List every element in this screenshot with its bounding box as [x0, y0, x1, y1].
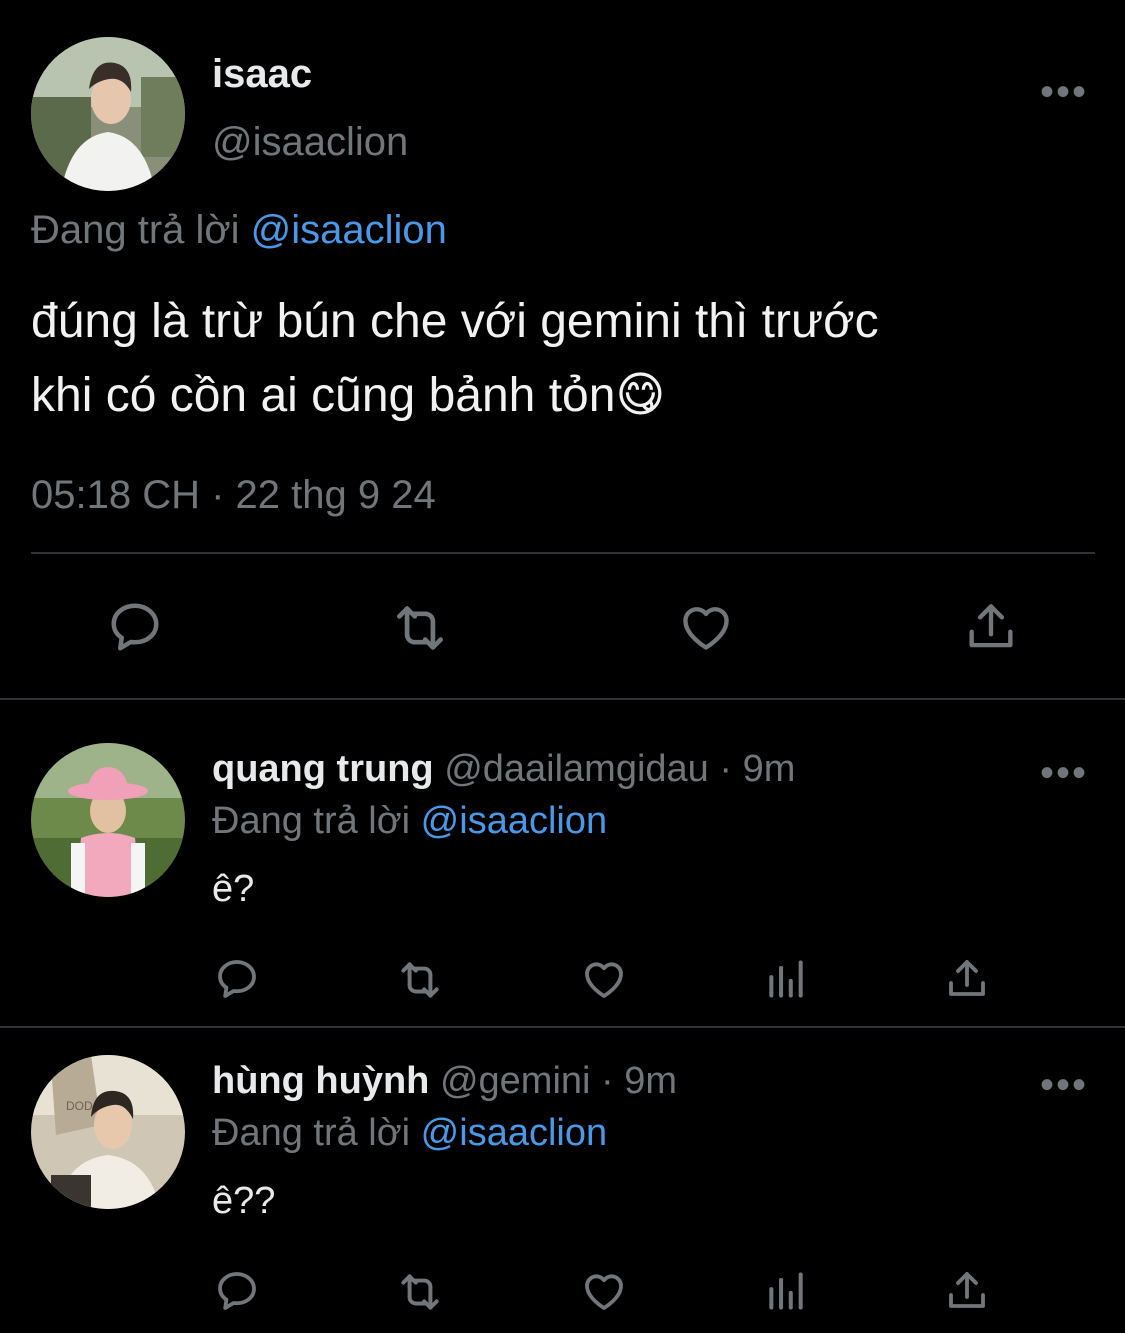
more-icon[interactable]: •••: [1040, 1065, 1088, 1105]
more-icon[interactable]: •••: [1040, 72, 1088, 112]
analytics-icon[interactable]: [764, 955, 808, 1003]
reply-to-link[interactable]: @isaaclion: [421, 1112, 607, 1154]
share-icon[interactable]: [962, 597, 1020, 657]
reply-header: hùng huỳnh @gemini · 9m: [212, 1060, 677, 1103]
reply-prefix: Đang trả lời: [212, 1112, 411, 1154]
avatar-isaac[interactable]: [31, 37, 185, 191]
tweet-text-line1: đúng là trừ bún che với gemini thì trước: [31, 295, 879, 348]
svg-text:DOD: DOD: [66, 1099, 93, 1113]
retweet-icon[interactable]: [386, 597, 454, 659]
reply-time[interactable]: · 9m: [719, 748, 795, 790]
divider: [0, 1026, 1125, 1028]
tweet-text: đúng là trừ bún che với gemini thì trước…: [31, 285, 1101, 433]
share-icon[interactable]: [943, 955, 991, 1003]
reply-to-link[interactable]: @isaaclion: [251, 208, 447, 252]
tweet-timestamp[interactable]: 05:18 CH · 22 thg 9 24: [31, 473, 436, 518]
display-name[interactable]: hùng huỳnh: [212, 1060, 429, 1102]
tweet-text-line2: khi có cồn ai cũng bảnh tỏn😋: [31, 369, 666, 422]
emoji-yum: 😋: [615, 369, 666, 422]
reply-header: quang trung @daailamgidau · 9m: [212, 748, 795, 791]
display-name[interactable]: quang trung: [212, 748, 434, 790]
heart-icon[interactable]: [675, 598, 737, 656]
heart-icon[interactable]: [579, 955, 629, 1003]
analytics-icon[interactable]: [764, 1267, 808, 1315]
avatar-hung-huynh[interactable]: DOD: [31, 1055, 185, 1209]
reply-context: Đang trả lời @isaaclion: [212, 800, 607, 843]
heart-icon[interactable]: [579, 1267, 629, 1315]
user-handle[interactable]: @isaaclion: [212, 120, 408, 165]
more-icon[interactable]: •••: [1040, 753, 1088, 793]
reply-time[interactable]: · 9m: [601, 1060, 677, 1102]
retweet-icon[interactable]: [392, 1267, 448, 1317]
reply-prefix: Đang trả lời: [31, 208, 240, 252]
retweet-icon[interactable]: [392, 955, 448, 1005]
divider: [31, 552, 1095, 554]
share-icon[interactable]: [943, 1267, 991, 1315]
reply-icon[interactable]: [212, 1267, 262, 1315]
display-name[interactable]: isaac: [212, 52, 312, 97]
reply-text: ê?: [212, 868, 255, 910]
reply-icon[interactable]: [212, 955, 262, 1003]
user-handle[interactable]: @gemini: [440, 1060, 591, 1102]
reply-text: ê??: [212, 1180, 276, 1222]
reply-icon[interactable]: [104, 597, 166, 657]
avatar-quang-trung[interactable]: [31, 743, 185, 897]
reply-context: Đang trả lời @isaaclion: [212, 1112, 607, 1155]
reply-to-link[interactable]: @isaaclion: [421, 800, 607, 842]
divider: [0, 698, 1125, 700]
reply-context: Đang trả lời @isaaclion: [31, 208, 447, 253]
reply-prefix: Đang trả lời: [212, 800, 411, 842]
user-handle[interactable]: @daailamgidau: [444, 748, 709, 790]
